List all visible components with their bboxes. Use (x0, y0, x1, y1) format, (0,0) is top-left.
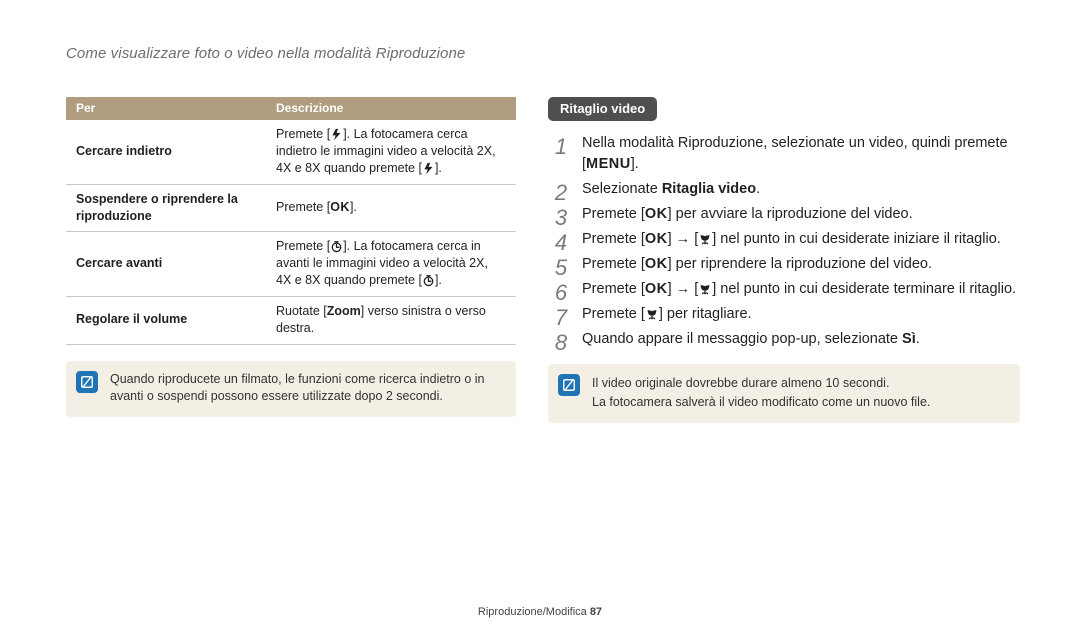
left-column: Per Descrizione Cercare indietro Premete… (66, 97, 516, 417)
step-3: Premete [OK] per avviare la riproduzione… (548, 204, 1020, 225)
table-header-descrizione: Descrizione (266, 97, 516, 120)
page-title: Come visualizzare foto o video nella mod… (66, 45, 465, 62)
tulip-icon (645, 307, 659, 321)
table-row: Cercare avanti Premete []. La fotocamera… (66, 232, 516, 297)
steps-list: Nella modalità Riproduzione, selezionate… (548, 133, 1020, 350)
ok-icon: OK (645, 206, 668, 222)
ok-icon: OK (330, 200, 350, 214)
timer-icon (422, 274, 435, 287)
controls-table: Per Descrizione Cercare indietro Premete… (66, 97, 516, 345)
ok-icon: OK (645, 281, 668, 297)
step-2: Selezionate Ritaglia video. (548, 179, 1020, 200)
step-8: Quando appare il messaggio pop-up, selez… (548, 329, 1020, 350)
row-desc: Premete []. La fotocamera cerca in avant… (266, 232, 516, 297)
row-desc: Premete []. La fotocamera cerca indietro… (266, 120, 516, 184)
table-row: Regolare il volume Ruotate [Zoom] verso … (66, 297, 516, 345)
page-number: 87 (590, 606, 602, 618)
row-key: Regolare il volume (66, 297, 266, 345)
flash-icon (330, 128, 343, 141)
table-row: Sospendere o riprendere la riproduzione … (66, 184, 516, 232)
step-1: Nella modalità Riproduzione, selezionate… (548, 133, 1020, 175)
menu-icon: MENU (586, 156, 631, 172)
step-7: Premete [] per ritagliare. (548, 304, 1020, 325)
flash-icon (422, 162, 435, 175)
step-4: Premete [OK] → [] nel punto in cui desid… (548, 229, 1020, 250)
tulip-icon (698, 232, 712, 246)
section-title-badge: Ritaglio video (548, 97, 657, 121)
row-key: Cercare indietro (66, 120, 266, 184)
row-key: Cercare avanti (66, 232, 266, 297)
row-desc: Ruotate [Zoom] verso sinistra o verso de… (266, 297, 516, 345)
right-info-line2: La fotocamera salverà il video modificat… (592, 393, 1006, 412)
note-icon (76, 371, 98, 393)
left-info-text: Quando riproducete un filmato, le funzio… (110, 372, 485, 404)
page-footer: Riproduzione/Modifica 87 (0, 606, 1080, 618)
ok-icon: OK (645, 256, 668, 272)
left-info-note: Quando riproducete un filmato, le funzio… (66, 361, 516, 417)
row-key: Sospendere o riprendere la riproduzione (66, 184, 266, 232)
right-column: Ritaglio video Nella modalità Riproduzio… (548, 97, 1020, 423)
note-icon (558, 374, 580, 396)
timer-icon (330, 240, 343, 253)
right-info-note: Il video originale dovrebbe durare almen… (548, 364, 1020, 423)
table-row: Cercare indietro Premete []. La fotocame… (66, 120, 516, 184)
ok-icon: OK (645, 231, 668, 247)
table-header-per: Per (66, 97, 266, 120)
right-info-line1: Il video originale dovrebbe durare almen… (592, 374, 1006, 393)
step-6: Premete [OK] → [] nel punto in cui desid… (548, 279, 1020, 300)
tulip-icon (698, 282, 712, 296)
row-desc: Premete [OK]. (266, 184, 516, 232)
step-5: Premete [OK] per riprendere la riproduzi… (548, 254, 1020, 275)
